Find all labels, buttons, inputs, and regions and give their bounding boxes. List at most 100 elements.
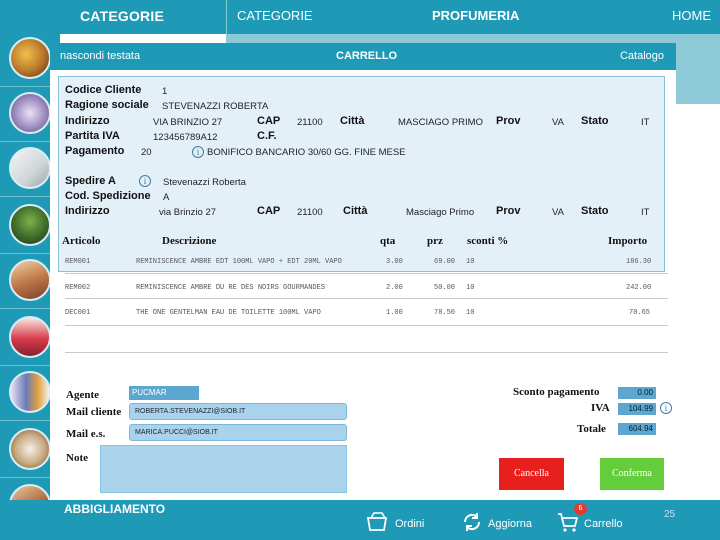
row-divider xyxy=(65,298,668,299)
prov-label: Prov xyxy=(496,115,521,127)
vat-total-value: 104.99 xyxy=(618,403,656,415)
row-code: DEC001 xyxy=(65,309,91,317)
col-price: prz xyxy=(427,235,443,247)
ship-code-label: Cod. Spedizione xyxy=(65,190,151,202)
ship-to-value: Stevenazzi Roberta xyxy=(163,177,246,188)
state-label: Stato xyxy=(581,115,609,127)
orders-icon xyxy=(366,512,388,531)
address-value: VIA BRINZIO 27 xyxy=(153,117,223,128)
nav-profumeria[interactable]: PROFUMERIA xyxy=(432,0,519,34)
mail-client-field[interactable]: ROBERTA.STEVENAZZI@SIOB.IT xyxy=(129,403,347,420)
row-price: 78.50 xyxy=(434,309,456,317)
row-amount: 242.00 xyxy=(626,284,652,292)
row-divider xyxy=(65,352,668,353)
background-strip-right xyxy=(675,34,720,104)
category-thumb-3[interactable] xyxy=(9,147,51,189)
ship-to-info-icon[interactable]: i xyxy=(139,175,151,187)
row-qty: 3.00 xyxy=(386,258,403,266)
orders-button[interactable]: Ordini xyxy=(365,508,429,536)
category-thumb-6[interactable] xyxy=(9,316,51,358)
col-qty: qta xyxy=(380,235,396,247)
city-label: Città xyxy=(340,115,365,127)
cancel-button[interactable]: Cancella xyxy=(499,458,564,490)
category-thumb-5[interactable] xyxy=(9,259,51,301)
row-amount: 70.65 xyxy=(629,309,651,317)
vat-total-label: IVA xyxy=(591,402,610,414)
payment-code: 20 xyxy=(141,147,152,158)
row-code: REM002 xyxy=(65,284,91,292)
top-divider xyxy=(226,0,227,34)
customer-code-label: Codice Cliente xyxy=(65,84,142,96)
update-button[interactable]: Aggiorna xyxy=(460,508,540,536)
cart-panel: nascondi testata CARRELLO Catalogo Codic… xyxy=(50,43,676,505)
row-code: REM001 xyxy=(65,258,91,266)
nav-categorie-title[interactable]: CATEGORIE xyxy=(80,0,164,34)
agent-field[interactable]: PUCMAR xyxy=(129,386,199,400)
total-label: Totale xyxy=(577,423,606,435)
category-thumb-4[interactable] xyxy=(9,204,51,246)
category-abbigliamento[interactable]: ABBIGLIAMENTO xyxy=(50,500,226,520)
col-description: Descrizione xyxy=(162,235,217,247)
discount-value: 0.00 xyxy=(618,387,656,399)
hide-header-link[interactable]: nascondi testata xyxy=(60,43,140,70)
cart-header: nascondi testata CARRELLO Catalogo xyxy=(50,43,676,70)
row-description: REMINISCENCE AMBRE DU RE DES NOIRS GOURM… xyxy=(136,284,326,292)
row-description: REMINISCENCE AMBRE EDT 100ML VAPO + EDT … xyxy=(136,258,342,266)
vat-info-icon[interactable]: i xyxy=(660,402,672,414)
row-qty: 2.00 xyxy=(386,284,403,292)
row-description: THE ONE GENTELMAN EAU DE TOILETTE 100ML … xyxy=(136,309,321,317)
ship-cap-value: 21100 xyxy=(297,207,323,218)
catalog-link[interactable]: Catalogo xyxy=(620,43,664,70)
page-number: 25 xyxy=(664,509,676,520)
category-thumb-8[interactable] xyxy=(9,428,51,470)
payment-info-icon[interactable]: i xyxy=(192,146,204,158)
refresh-icon xyxy=(463,513,481,531)
ship-cap-label: CAP xyxy=(257,205,281,217)
notes-label: Note xyxy=(66,452,88,464)
agent-label: Agente xyxy=(66,389,99,401)
city-value: MASCIAGO PRIMO xyxy=(398,117,483,128)
cf-label: C.F. xyxy=(257,130,277,142)
ship-city-value: Masciago Primo xyxy=(406,207,475,218)
vat-value: 123456789A12 xyxy=(153,132,218,143)
confirm-button[interactable]: Conferma xyxy=(600,458,664,490)
mail-es-field[interactable]: MARICA.PUCCI@SIOB.IT xyxy=(129,424,347,441)
category-thumb-1[interactable] xyxy=(9,37,51,79)
cart-button[interactable]: Carrello xyxy=(556,508,626,536)
ship-to-label: Spedire A xyxy=(65,175,116,187)
row-discount: 10 xyxy=(466,284,475,292)
notes-field[interactable] xyxy=(100,445,347,493)
ship-address-label: Indirizzo xyxy=(65,205,110,217)
ship-prov-label: Prov xyxy=(496,205,521,217)
mail-client-label: Mail cliente xyxy=(66,406,122,418)
nav-categorie[interactable]: CATEGORIE xyxy=(237,0,313,34)
ship-state-value: IT xyxy=(641,207,650,218)
cart-count-badge: 6 xyxy=(574,503,587,515)
row-price: 69.00 xyxy=(434,258,456,266)
row-discount: 10 xyxy=(466,258,475,266)
col-discount: sconti % xyxy=(467,235,509,247)
nav-home[interactable]: HOME xyxy=(672,0,711,34)
top-bar: CATEGORIE CATEGORIE PROFUMERIA HOME xyxy=(0,0,720,34)
address-label: Indirizzo xyxy=(65,115,110,127)
ship-city-label: Città xyxy=(343,205,368,217)
col-amount: Importo xyxy=(608,235,648,247)
orders-label: Ordini xyxy=(395,518,425,530)
payment-label: Pagamento xyxy=(65,145,125,157)
cap-value: 21100 xyxy=(297,117,323,128)
customer-info-box: Codice Cliente 1 Ragione sociale STEVENA… xyxy=(58,76,665,272)
col-article: Articolo xyxy=(62,235,101,247)
cap-label: CAP xyxy=(257,115,281,127)
category-thumb-7[interactable] xyxy=(9,371,51,413)
row-discount: 10 xyxy=(466,309,475,317)
row-amount: 186.30 xyxy=(626,258,652,266)
customer-code-value: 1 xyxy=(162,86,168,97)
company-name-label: Ragione sociale xyxy=(65,99,149,111)
ship-state-label: Stato xyxy=(581,205,609,217)
prov-value: VA xyxy=(552,117,564,128)
category-thumb-2[interactable] xyxy=(9,92,51,134)
row-qty: 1.00 xyxy=(386,309,403,317)
total-value: 604.94 xyxy=(618,423,656,435)
cart-title: CARRELLO xyxy=(336,50,398,62)
ship-prov-value: VA xyxy=(552,207,564,218)
